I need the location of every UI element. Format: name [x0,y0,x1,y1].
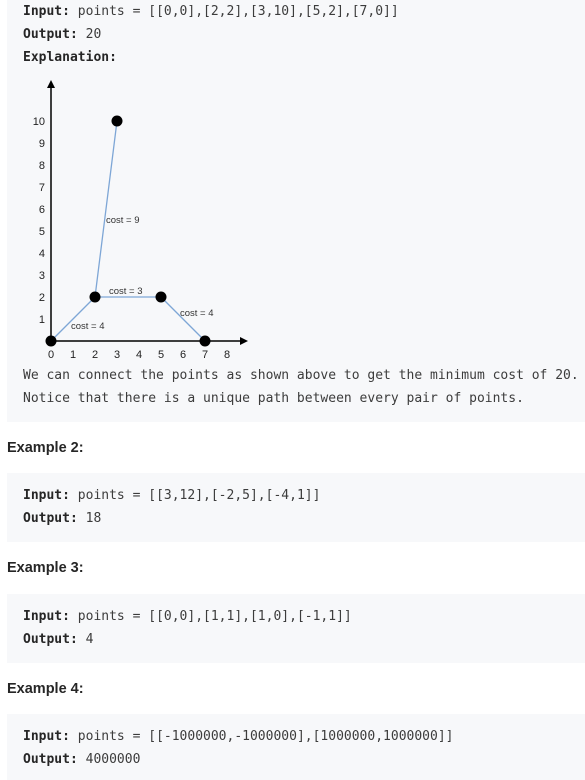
y-tick-label: 8 [39,160,45,172]
example2-output-line: Output: 18 [23,511,101,526]
y-axis-arrow-icon [47,80,55,88]
x-tick-label: 1 [70,349,76,361]
y-tick-label: 5 [39,226,45,238]
x-tick-label: 0 [48,349,54,361]
graph-point [111,115,123,127]
x-tick-label: 7 [202,349,208,361]
graph-edge [94,120,118,298]
graph-edge [50,296,96,342]
explanation-graph: cost = 4 cost = 9 cost = 3 cost = 4 0 1 2 3 4 5 6… [33,80,248,361]
input-value: points = [[-1000000,-1000000],[1000000,1… [77,729,454,744]
x-tick-label: 6 [180,349,186,361]
edge-cost-label: cost = 4 [71,321,105,332]
example4-input-line: Input: points = [[-1000000,-1000000],[10… [23,729,453,744]
example2-block: Input: points = [[3,12],[-2,5],[-4,1]] O… [7,473,585,542]
x-tick-label: 4 [136,349,142,361]
x-axis-arrow-icon [240,337,248,345]
y-tick-label: 4 [39,248,45,260]
x-tick-label: 3 [114,349,120,361]
x-tick-label: 8 [224,349,230,361]
y-tick-label: 6 [39,204,45,216]
graph-point [89,291,101,303]
example3-block: Input: points = [[0,0],[1,1],[1,0],[-1,1… [7,594,585,663]
edge-cost-label: cost = 3 [109,286,143,297]
y-tick-label: 10 [33,116,45,128]
graph-edge-labels: cost = 4 cost = 9 cost = 3 cost = 4 [71,215,214,332]
graph-ticks: 0 1 2 3 4 5 6 7 8 1 2 3 4 5 6 7 8 9 10 [33,116,230,361]
output-label: Output: [23,632,78,647]
example2-input-line: Input: points = [[3,12],[-2,5],[-4,1]] [23,488,320,503]
input-value: points = [[0,0],[1,1],[1,0],[-1,1]] [77,609,352,624]
output-value: 18 [85,511,102,526]
explanation-text-2: Notice that there is a unique path betwe… [23,391,524,406]
example3-heading: Example 3: [7,560,84,576]
y-tick-label: 3 [39,270,45,282]
example3-output-line: Output: 4 [23,632,93,647]
graph-point [45,335,57,347]
graph-edge [160,296,206,342]
y-tick-label: 2 [39,292,45,304]
example4-block: Input: points = [[-1000000,-1000000],[10… [7,714,585,780]
x-tick-label: 5 [158,349,164,361]
y-tick-label: 9 [39,138,45,150]
output-label: Output: [23,511,78,526]
output-value: 4000000 [85,752,141,767]
input-label: Input: [23,488,70,503]
graph-axes [47,80,248,345]
input-label: Input: [23,729,70,744]
input-value: points = [[3,12],[-2,5],[-4,1]] [77,488,321,503]
edge-cost-label: cost = 9 [106,215,140,226]
output-value: 4 [85,632,94,647]
input-label: Input: [23,609,70,624]
example4-heading: Example 4: [7,681,84,697]
graph-point [199,335,211,347]
y-tick-label: 1 [39,314,45,326]
edge-cost-label: cost = 4 [180,308,214,319]
example4-output-line: Output: 4000000 [23,752,140,767]
x-tick-label: 2 [92,349,98,361]
y-tick-label: 7 [39,182,45,194]
example2-heading: Example 2: [7,440,84,456]
graph-point [155,291,167,303]
example3-input-line: Input: points = [[0,0],[1,1],[1,0],[-1,1… [23,609,352,624]
output-label: Output: [23,752,78,767]
explanation-text-1: We can connect the points as shown above… [23,368,579,383]
